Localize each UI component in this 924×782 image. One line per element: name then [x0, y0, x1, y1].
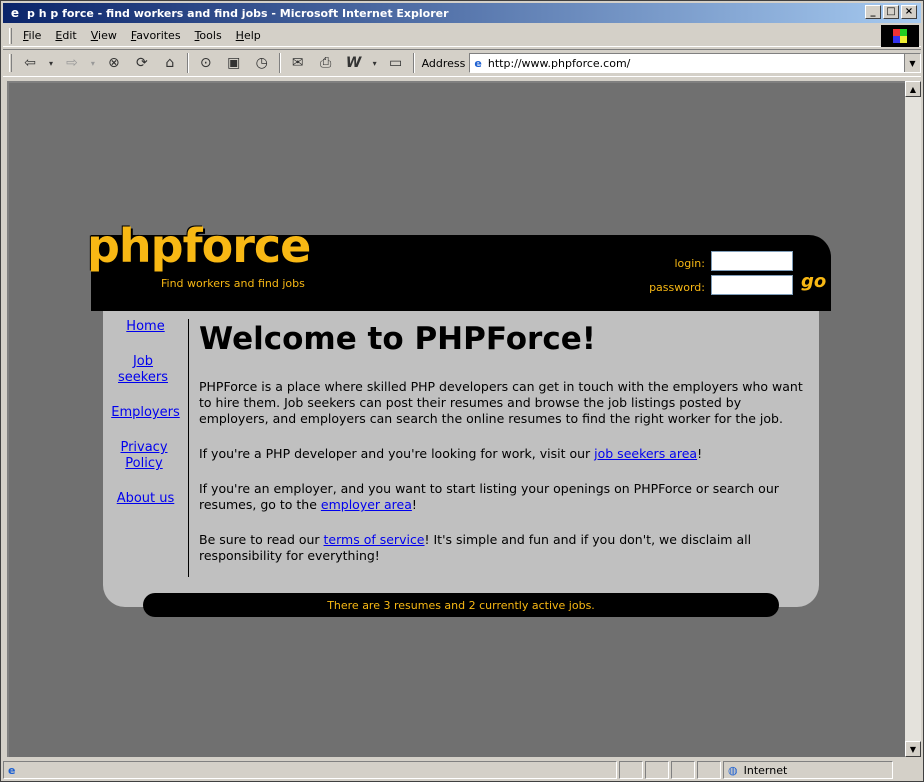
- login-label: login:: [674, 257, 705, 270]
- menu-file[interactable]: File: [16, 29, 48, 42]
- title-bar: e p h p force - find workers and find jo…: [3, 3, 921, 23]
- address-input[interactable]: e http://www.phpforce.com/ ▼: [469, 53, 921, 73]
- paragraph-text: If you're a PHP developer and you're loo…: [199, 446, 595, 461]
- status-panel: [697, 761, 721, 779]
- favorites-icon[interactable]: ▣: [222, 52, 246, 74]
- go-button[interactable]: go: [801, 271, 826, 292]
- stop-icon[interactable]: ⊗: [102, 52, 126, 74]
- forward-icon[interactable]: ⇨: [60, 52, 84, 74]
- paragraph-text: Be sure to read our: [199, 532, 324, 547]
- page-heading: Welcome to PHPForce!: [199, 321, 596, 357]
- status-panel: [619, 761, 643, 779]
- address-url: http://www.phpforce.com/: [487, 56, 631, 70]
- refresh-icon[interactable]: ⟳: [130, 52, 154, 74]
- windows-logo-icon: [881, 25, 919, 47]
- page-icon: e: [474, 56, 482, 70]
- edit-word-icon[interactable]: W: [342, 52, 366, 74]
- address-dropdown-icon[interactable]: ▼: [903, 54, 920, 72]
- toolbar-separator: [186, 53, 189, 73]
- page-status-icon: e: [8, 763, 16, 777]
- site-logo[interactable]: phpforce: [87, 219, 311, 273]
- forward-dropdown-icon[interactable]: ▾: [88, 52, 98, 74]
- job-seekers-area-link[interactable]: job seekers area: [594, 446, 697, 461]
- toolbar-grip[interactable]: [9, 27, 12, 44]
- menu-view[interactable]: View: [84, 29, 124, 42]
- vertical-scrollbar[interactable]: ▲ ▼: [905, 81, 921, 757]
- login-input[interactable]: [711, 251, 793, 271]
- site-stats-bar: There are 3 resumes and 2 currently acti…: [143, 593, 779, 617]
- window-title: p h p force - find workers and find jobs…: [27, 6, 449, 20]
- paragraph-text: !: [411, 497, 417, 512]
- terms-paragraph: Be sure to read our terms of service! It…: [199, 532, 811, 564]
- nav-privacy-policy[interactable]: Privacy Policy: [117, 440, 171, 472]
- password-input[interactable]: [711, 275, 793, 295]
- mail-icon[interactable]: ✉: [286, 52, 310, 74]
- status-bar: e ◍ Internet: [3, 759, 921, 781]
- menu-help[interactable]: Help: [229, 29, 268, 42]
- history-icon[interactable]: ◷: [250, 52, 274, 74]
- standard-toolbar: ⇦ ▾ ⇨ ▾ ⊗ ⟳ ⌂ ⊙ ▣ ◷ ✉ ⎙ W ▾ ▭ Address e …: [3, 49, 921, 77]
- status-text-panel: e: [3, 761, 617, 779]
- page-viewport: phpforce Find workers and find jobs logi…: [7, 81, 905, 757]
- zone-panel: ◍ Internet: [723, 761, 893, 779]
- discuss-icon[interactable]: ▭: [384, 52, 408, 74]
- print-icon[interactable]: ⎙: [314, 52, 338, 74]
- site-header: phpforce Find workers and find jobs logi…: [87, 219, 831, 311]
- status-panel: [645, 761, 669, 779]
- status-panel: [671, 761, 695, 779]
- edit-dropdown-icon[interactable]: ▾: [370, 52, 380, 74]
- menu-edit[interactable]: Edit: [48, 29, 83, 42]
- back-dropdown-icon[interactable]: ▾: [46, 52, 56, 74]
- job-seekers-paragraph: If you're a PHP developer and you're loo…: [199, 446, 811, 462]
- search-icon[interactable]: ⊙: [194, 52, 218, 74]
- zone-label: Internet: [743, 763, 788, 777]
- terms-of-service-link[interactable]: terms of service: [324, 532, 425, 547]
- maximize-button[interactable]: □: [883, 5, 899, 19]
- close-button[interactable]: ×: [901, 5, 917, 19]
- toolbar-separator: [278, 53, 281, 73]
- toolbar-separator: [412, 53, 415, 73]
- window-controls: _ □ ×: [865, 5, 917, 19]
- toolbar-grip[interactable]: [9, 54, 12, 72]
- main-content: Welcome to PHPForce! PHPForce is a place…: [199, 321, 811, 583]
- site-tagline: Find workers and find jobs: [161, 277, 305, 290]
- menu-favorites[interactable]: Favorites: [124, 29, 188, 42]
- employer-area-link[interactable]: employer area: [321, 497, 412, 512]
- paragraph-text: !: [697, 446, 703, 461]
- nav-employers[interactable]: Employers: [103, 405, 188, 421]
- home-icon[interactable]: ⌂: [158, 52, 182, 74]
- internet-zone-icon: ◍: [728, 763, 738, 777]
- nav-about-us[interactable]: About us: [103, 491, 188, 507]
- menu-tools[interactable]: Tools: [188, 29, 229, 42]
- intro-paragraph: PHPForce is a place where skilled PHP de…: [199, 379, 803, 426]
- nav-home[interactable]: Home: [103, 319, 188, 335]
- scroll-up-icon[interactable]: ▲: [905, 81, 921, 97]
- scroll-down-icon[interactable]: ▼: [905, 741, 921, 757]
- address-label: Address: [421, 56, 466, 70]
- browser-window: e p h p force - find workers and find jo…: [0, 0, 924, 782]
- nav-job-seekers[interactable]: Job seekers: [117, 354, 169, 386]
- ie-logo-icon: e: [10, 6, 20, 20]
- back-icon[interactable]: ⇦: [18, 52, 42, 74]
- password-label: password:: [649, 281, 705, 294]
- minimize-button[interactable]: _: [865, 5, 881, 19]
- employer-paragraph: If you're an employer, and you want to s…: [199, 481, 811, 513]
- side-navigation: Home Job seekers Employers Privacy Polic…: [103, 319, 189, 577]
- content-panel: Home Job seekers Employers Privacy Polic…: [103, 311, 819, 607]
- menu-bar: File Edit View Favorites Tools Help: [3, 25, 921, 47]
- paragraph-text: If you're an employer, and you want to s…: [199, 481, 779, 512]
